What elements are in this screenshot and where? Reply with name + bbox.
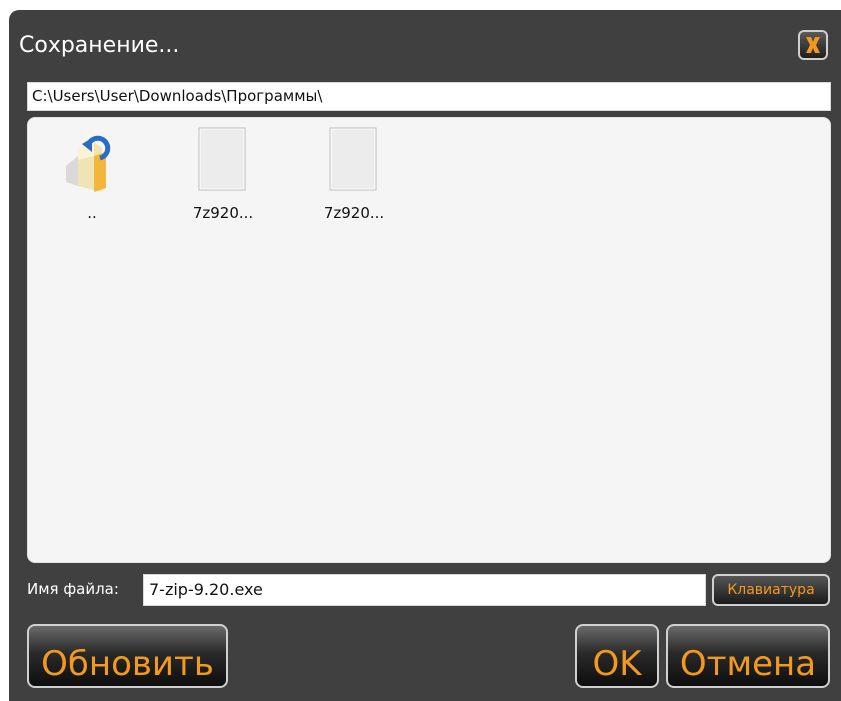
cancel-button[interactable]: Отмена bbox=[666, 624, 830, 688]
filename-input[interactable]: 7-zip-9.20.exe bbox=[143, 574, 706, 606]
file-label: 7z920... bbox=[323, 204, 385, 222]
ok-button[interactable]: OK bbox=[575, 624, 659, 688]
parent-folder-icon bbox=[66, 135, 111, 192]
file-item[interactable]: 7z920... bbox=[173, 126, 273, 226]
file-icon bbox=[329, 127, 377, 191]
file-label: .. bbox=[87, 204, 97, 222]
file-item[interactable]: 7z920... bbox=[304, 126, 404, 226]
file-label: 7z920... bbox=[192, 204, 254, 222]
close-icon bbox=[806, 37, 820, 53]
close-button[interactable] bbox=[798, 30, 828, 60]
file-icon bbox=[198, 127, 246, 191]
file-item-parent[interactable]: .. bbox=[42, 126, 142, 226]
file-list-panel: .. 7z920... 7z920... bbox=[27, 117, 831, 563]
keyboard-button[interactable]: Клавиатура bbox=[712, 574, 830, 606]
refresh-button[interactable]: Обновить bbox=[27, 624, 228, 688]
filename-label: Имя файла: bbox=[27, 580, 119, 598]
dialog-title: Сохранение... bbox=[19, 33, 180, 58]
path-field[interactable]: C:\Users\User\Downloads\Программы\ bbox=[27, 82, 831, 111]
